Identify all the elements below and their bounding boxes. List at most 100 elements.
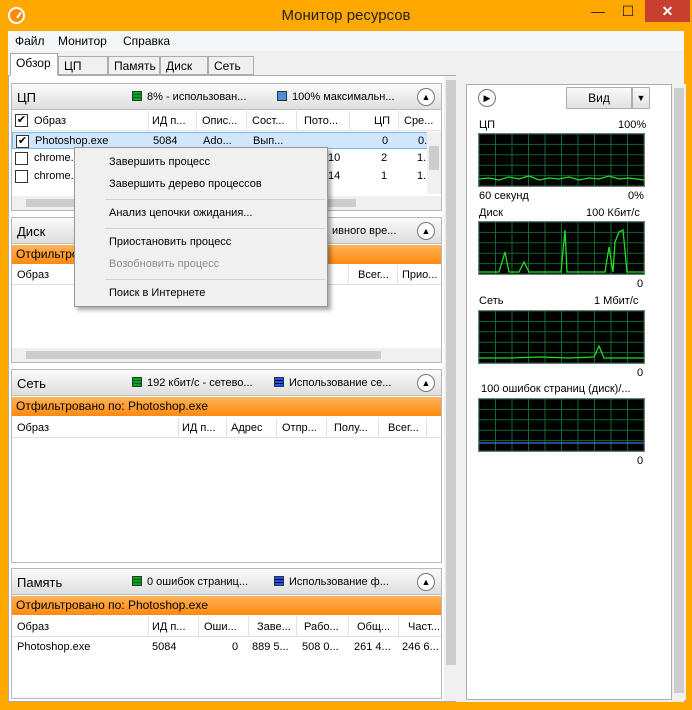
- col-private[interactable]: Част...: [408, 621, 440, 633]
- menu-item-end-process-tree[interactable]: Завершить дерево процессов: [109, 178, 262, 190]
- memory-graph: [478, 398, 645, 452]
- col-pid[interactable]: ИД п...: [182, 422, 222, 434]
- blue-swatch-icon: [277, 91, 287, 101]
- cpu-vertical-scrollbar[interactable]: [427, 132, 441, 194]
- network-graph: [478, 310, 645, 364]
- memory-pid: 5084: [152, 641, 177, 653]
- col-total[interactable]: Всег...: [388, 422, 426, 434]
- process-threads: 10: [328, 152, 341, 164]
- tab-disk[interactable]: Диск: [160, 56, 208, 75]
- view-button[interactable]: Вид: [566, 87, 632, 109]
- col-hard-faults[interactable]: Оши...: [204, 621, 240, 633]
- memory-faults-legend: 0 ошибок страниц...: [132, 576, 267, 588]
- menu-item-search-online[interactable]: Поиск в Интернете: [109, 287, 205, 299]
- col-image[interactable]: Образ: [17, 621, 49, 633]
- col-working-set[interactable]: Рабо...: [304, 621, 342, 633]
- col-pid[interactable]: ИД п...: [152, 115, 190, 127]
- process-cpu: 1: [381, 170, 388, 182]
- tab-network[interactable]: Сеть: [208, 56, 254, 75]
- network-throughput-legend: 192 кбит/с - сетево...: [132, 377, 267, 389]
- chevron-up-icon[interactable]: ▲: [417, 573, 435, 591]
- process-average-cpu: 1.: [417, 152, 427, 164]
- view-dropdown-button[interactable]: ▼: [632, 87, 650, 109]
- tab-cpu[interactable]: ЦП: [58, 56, 108, 75]
- chevron-up-icon[interactable]: ▲: [417, 88, 435, 106]
- disk-graph-max: 100 Кбит/с: [586, 207, 640, 219]
- process-cpu: 0: [382, 135, 389, 147]
- network-panel-header[interactable]: Сеть 192 кбит/с - сетево... Использовани…: [12, 370, 441, 396]
- col-priority[interactable]: Прио...: [402, 269, 438, 281]
- col-threads[interactable]: Пото...: [304, 115, 348, 127]
- close-button[interactable]: ✕: [645, 0, 690, 22]
- col-commit[interactable]: Заве...: [257, 621, 295, 633]
- disk-panel-title: Диск: [17, 224, 46, 239]
- col-cpu[interactable]: ЦП: [374, 115, 390, 127]
- col-average-cpu[interactable]: Сре...: [404, 115, 434, 127]
- tab-memory[interactable]: Память: [108, 56, 160, 75]
- title-bar[interactable]: Монитор ресурсов — ☐ ✕: [0, 0, 692, 31]
- green-swatch-icon: [132, 377, 142, 387]
- menu-file[interactable]: Файл: [15, 34, 45, 48]
- disk-horizontal-scrollbar[interactable]: [12, 348, 441, 362]
- menu-item-suspend-process[interactable]: Приостановить процесс: [109, 236, 231, 248]
- col-total[interactable]: Всег...: [358, 269, 394, 281]
- menu-item-resume-process: Возобновить процесс: [109, 258, 220, 270]
- col-sent[interactable]: Отпр...: [282, 422, 322, 434]
- menu-item-end-process[interactable]: Завершить процесс: [109, 156, 210, 168]
- memory-column-headers: Образ ИД п... Оши... Заве... Рабо... Общ…: [12, 617, 441, 637]
- process-checkbox[interactable]: [15, 152, 28, 165]
- col-image[interactable]: Образ: [17, 422, 49, 434]
- select-all-checkbox[interactable]: ✔: [15, 114, 28, 127]
- tab-strip: Обзор ЦП Память Диск Сеть: [8, 53, 684, 76]
- process-image: Photoshop.exe: [35, 135, 109, 147]
- cpu-panel-header[interactable]: ЦП 8% - использован... 100% максимальн..…: [12, 84, 441, 110]
- memory-usage-legend: Использование ф...: [274, 576, 409, 588]
- cpu-max-frequency-legend: 100% максимальн...: [277, 91, 407, 103]
- network-usage-legend: Использование се...: [274, 377, 409, 389]
- menu-monitor[interactable]: Монитор: [58, 34, 107, 48]
- memory-panel: Память 0 ошибок страниц... Использование…: [11, 568, 442, 699]
- network-panel: Сеть 192 кбит/с - сетево... Использовани…: [11, 369, 442, 563]
- memory-panel-title: Память: [17, 575, 63, 590]
- col-received[interactable]: Полу...: [334, 422, 374, 434]
- chevron-up-icon[interactable]: ▲: [417, 374, 435, 392]
- memory-hard-faults: 0: [232, 641, 239, 653]
- network-panel-title: Сеть: [17, 376, 46, 391]
- process-image: chrome.: [34, 170, 74, 182]
- process-checkbox[interactable]: [15, 170, 28, 183]
- right-vertical-scrollbar[interactable]: [672, 84, 686, 700]
- maximize-button[interactable]: ☐: [614, 0, 642, 22]
- memory-private: 246 6...: [402, 641, 439, 653]
- network-graph-title: Сеть: [479, 295, 504, 307]
- memory-row[interactable]: Photoshop.exe 5084 0 889 5... 508 0... 2…: [12, 639, 439, 656]
- process-cpu: 2: [381, 152, 388, 164]
- process-threads: 14: [328, 170, 341, 182]
- resource-monitor-window: Монитор ресурсов — ☐ ✕ Файл Монитор Спра…: [0, 0, 692, 710]
- menu-item-analyze-wait-chain[interactable]: Анализ цепочки ожидания...: [109, 207, 252, 219]
- network-graph-max: 1 Мбит/с: [594, 295, 639, 307]
- col-pid[interactable]: ИД п...: [152, 621, 192, 633]
- col-description[interactable]: Опис...: [202, 115, 240, 127]
- left-vertical-scrollbar[interactable]: [444, 76, 458, 701]
- minimize-button[interactable]: —: [584, 0, 612, 22]
- chevron-up-icon[interactable]: ▲: [417, 222, 435, 240]
- col-shareable[interactable]: Общ...: [357, 621, 393, 633]
- col-address[interactable]: Адрес: [231, 422, 271, 434]
- process-description: Ado...: [203, 135, 232, 147]
- col-status[interactable]: Сост...: [252, 115, 296, 127]
- process-checkbox[interactable]: ✔: [16, 135, 29, 148]
- col-image[interactable]: Образ: [34, 115, 66, 127]
- memory-filter-bar: Отфильтровано по: Photoshop.exe: [12, 596, 441, 615]
- cpu-graph: [478, 133, 645, 187]
- network-graph-min: 0: [637, 367, 644, 379]
- tab-overview[interactable]: Обзор: [10, 53, 58, 76]
- memory-working-set: 508 0...: [302, 641, 339, 653]
- memory-panel-header[interactable]: Память 0 ошибок страниц... Использование…: [12, 569, 441, 595]
- menu-help[interactable]: Справка: [123, 34, 170, 48]
- cpu-graph-max: 100%: [618, 119, 647, 131]
- disk-graph-title: Диск: [479, 207, 503, 219]
- cpu-graph-title: ЦП: [479, 119, 496, 131]
- chevron-right-icon[interactable]: ▶: [478, 89, 496, 107]
- col-image[interactable]: Образ: [17, 269, 49, 281]
- blue-swatch-icon: [274, 576, 284, 586]
